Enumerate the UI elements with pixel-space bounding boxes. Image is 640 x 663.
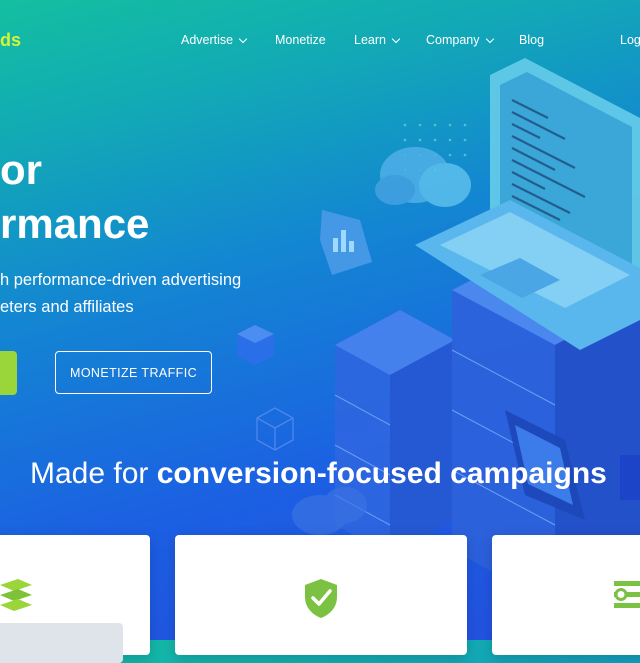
section-title: Made for conversion-focused campaigns bbox=[30, 457, 607, 491]
nav-item-learn[interactable]: Learn bbox=[354, 33, 401, 47]
section-title-prefix: Made for bbox=[30, 457, 157, 490]
hero-title-line2: rmance bbox=[0, 200, 150, 247]
chart-cube-icon bbox=[320, 210, 372, 275]
chevron-down-icon bbox=[238, 34, 248, 43]
nav-label-blog: Blog bbox=[519, 33, 545, 47]
small-cube-icon bbox=[237, 325, 274, 365]
outline-cube-icon bbox=[256, 407, 294, 451]
hero-title: or rmance bbox=[0, 143, 149, 251]
nav-label-monetize: Monetize bbox=[275, 33, 326, 47]
nav-item-company[interactable]: Company bbox=[426, 33, 494, 47]
hero-subtitle-line1: h performance-driven advertising bbox=[0, 271, 242, 289]
feature-card-2[interactable] bbox=[175, 535, 467, 655]
primary-cta-button[interactable] bbox=[0, 351, 17, 395]
card-placeholder-bar bbox=[0, 623, 123, 663]
monetize-traffic-button[interactable]: MONETIZE TRAFFIC bbox=[55, 351, 212, 394]
nav-label-learn: Learn bbox=[354, 33, 386, 47]
nav-item-advertise[interactable]: Advertise bbox=[181, 33, 248, 47]
chevron-down-icon bbox=[485, 34, 494, 43]
feature-card-1[interactable] bbox=[0, 535, 150, 663]
nav-item-login[interactable]: Log bbox=[620, 33, 640, 47]
right-cube bbox=[620, 455, 640, 500]
sliders-icon bbox=[614, 581, 640, 608]
hero-subtitle: h performance-driven advertising eters a… bbox=[0, 267, 241, 321]
layers-icon bbox=[0, 579, 32, 611]
nav-label-company: Company bbox=[426, 33, 480, 47]
nav-item-monetize[interactable]: Monetize bbox=[275, 33, 326, 47]
chevron-down-icon bbox=[391, 34, 401, 43]
nav-item-blog[interactable]: Blog bbox=[519, 33, 544, 47]
nav-label-login: Log bbox=[620, 33, 640, 47]
feature-card-3[interactable] bbox=[492, 535, 640, 655]
hero-subtitle-line2: eters and affiliates bbox=[0, 298, 134, 316]
hero-title-line1: or bbox=[0, 146, 42, 193]
top-nav: Advertise Monetize Learn Company Blog Lo… bbox=[0, 33, 640, 53]
cloud-icon bbox=[375, 147, 471, 207]
nav-label-advertise: Advertise bbox=[181, 33, 234, 47]
section-title-bold: conversion-focused campaigns bbox=[156, 457, 607, 490]
shield-check-icon bbox=[305, 579, 337, 618]
